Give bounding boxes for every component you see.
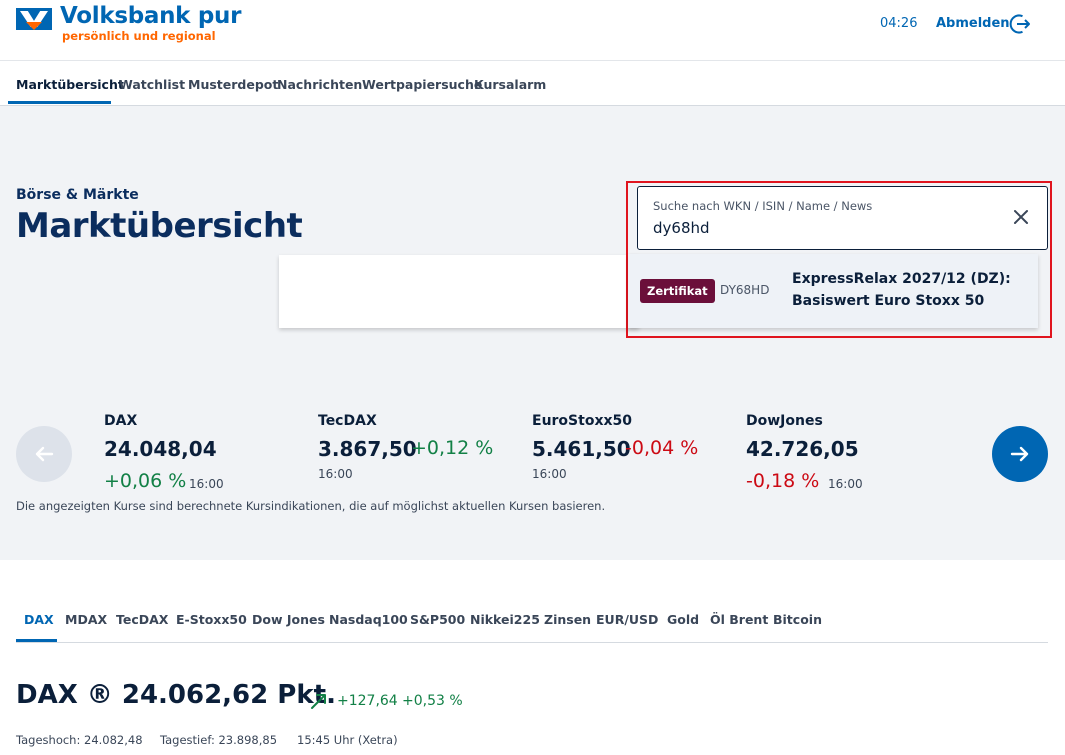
tab-mdax[interactable]: MDAX bbox=[65, 612, 107, 627]
ticker-eurostoxx50-change: -0,04 % bbox=[625, 437, 699, 459]
search-value[interactable]: dy68hd bbox=[653, 219, 710, 237]
result-wkn: DY68HD bbox=[720, 283, 770, 297]
ticker-dax-value: 24.048,04 bbox=[104, 437, 217, 461]
nav-item-watchlist[interactable]: Watchlist bbox=[119, 77, 185, 92]
result-name: ExpressRelax 2027/12 (DZ): Basiswert Eur… bbox=[792, 271, 1011, 309]
ticker-dowjones-time: 16:00 bbox=[828, 477, 863, 491]
ticker-dowjones-name[interactable]: DowJones bbox=[746, 413, 823, 429]
nav-item-marktuebersicht[interactable]: Marktübersicht bbox=[16, 77, 124, 92]
tab-oel-brent[interactable]: Öl Brent bbox=[710, 612, 768, 627]
nav-item-kursalarm[interactable]: Kursalarm bbox=[474, 77, 546, 92]
security-type-badge: Zertifikat bbox=[640, 279, 715, 303]
quote-change-percent: +0,53 % bbox=[402, 693, 463, 709]
ticker-dax-time: 16:00 bbox=[189, 477, 224, 491]
quote-title: DAX ® 24.062,62 Pkt. bbox=[16, 680, 336, 710]
ticker-dax-name[interactable]: DAX bbox=[104, 413, 137, 429]
tab-nasdaq100[interactable]: Nasdaq100 bbox=[329, 612, 408, 627]
section-kicker: Börse & Märkte bbox=[16, 187, 139, 203]
ticker-dowjones-change: -0,18 % bbox=[746, 470, 820, 492]
nav-active-indicator bbox=[8, 101, 111, 104]
page-title: Marktübersicht bbox=[16, 206, 303, 246]
tab-dax[interactable]: DAX bbox=[24, 612, 54, 627]
tab-gold[interactable]: Gold bbox=[667, 612, 699, 627]
ticker-tecdax-change: +0,12 % bbox=[411, 437, 494, 459]
volksbank-logo-icon[interactable] bbox=[16, 8, 52, 30]
logout-link[interactable]: Abmelden bbox=[936, 16, 1010, 31]
quote-change-absolute: +127,64 bbox=[337, 693, 398, 709]
brand-name[interactable]: Volksbank pur bbox=[60, 3, 241, 29]
ticker-dowjones-value: 42.726,05 bbox=[746, 437, 859, 461]
tab-eur-usd[interactable]: EUR/USD bbox=[596, 612, 658, 627]
session-timer: 04:26 bbox=[880, 16, 918, 31]
ticker-dax-change: +0,06 % bbox=[104, 470, 187, 492]
carousel-prev-button[interactable] bbox=[16, 426, 72, 482]
ticker-tecdax-value: 3.867,50 bbox=[318, 437, 417, 461]
tab-tecdax[interactable]: TecDAX bbox=[116, 612, 168, 627]
ticker-tecdax-name[interactable]: TecDAX bbox=[318, 413, 377, 429]
ticker-tecdax-time: 16:00 bbox=[318, 467, 353, 481]
search-result-item[interactable]: Zertifikat DY68HD ExpressRelax 2027/12 (… bbox=[628, 254, 1038, 328]
close-icon[interactable] bbox=[1012, 208, 1030, 226]
arrow-left-icon bbox=[35, 446, 54, 462]
tab-nikkei225[interactable]: Nikkei225 bbox=[470, 612, 540, 627]
nav-item-wertpapiersuche[interactable]: Wertpapiersuche bbox=[362, 77, 482, 92]
logout-icon[interactable] bbox=[1008, 12, 1032, 36]
tab-zinsen[interactable]: Zinsen bbox=[544, 612, 591, 627]
header: Volksbank pur persönlich und regional 04… bbox=[0, 0, 1065, 60]
tab-dow-jones[interactable]: Dow Jones bbox=[252, 612, 325, 627]
arrow-right-icon bbox=[1010, 446, 1029, 462]
brand-tagline: persönlich und regional bbox=[62, 29, 216, 43]
nav-item-nachrichten[interactable]: Nachrichten bbox=[277, 77, 362, 92]
tabs-divider bbox=[16, 642, 1048, 643]
day-high: Tageshoch: 24.082,48 bbox=[16, 733, 143, 747]
search-input[interactable]: Suche nach WKN / ISIN / Name / News dy68… bbox=[637, 186, 1048, 250]
search-label: Suche nach WKN / ISIN / Name / News bbox=[653, 199, 873, 213]
ticker-eurostoxx50-value: 5.461,50 bbox=[532, 437, 631, 461]
day-low: Tagestief: 23.898,85 bbox=[160, 733, 278, 747]
tab-sp500[interactable]: S&P500 bbox=[410, 612, 465, 627]
tab-e-stoxx50[interactable]: E-Stoxx50 bbox=[176, 612, 247, 627]
quote-time: 15:45 Uhr (Xetra) bbox=[297, 733, 398, 747]
carousel-next-button[interactable] bbox=[992, 426, 1048, 482]
nav-item-musterdepot[interactable]: Musterdepot bbox=[188, 77, 278, 92]
price-disclaimer: Die angezeigten Kurse sind berechnete Ku… bbox=[16, 499, 606, 513]
main-nav: Marktübersicht Watchlist Musterdepot Nac… bbox=[0, 60, 1065, 106]
search-results-panel bbox=[279, 255, 639, 328]
ticker-eurostoxx50-time: 16:00 bbox=[532, 467, 567, 481]
ticker-eurostoxx50-name[interactable]: EuroStoxx50 bbox=[532, 413, 632, 429]
tab-bitcoin[interactable]: Bitcoin bbox=[773, 612, 822, 627]
trend-up-icon bbox=[311, 694, 326, 709]
